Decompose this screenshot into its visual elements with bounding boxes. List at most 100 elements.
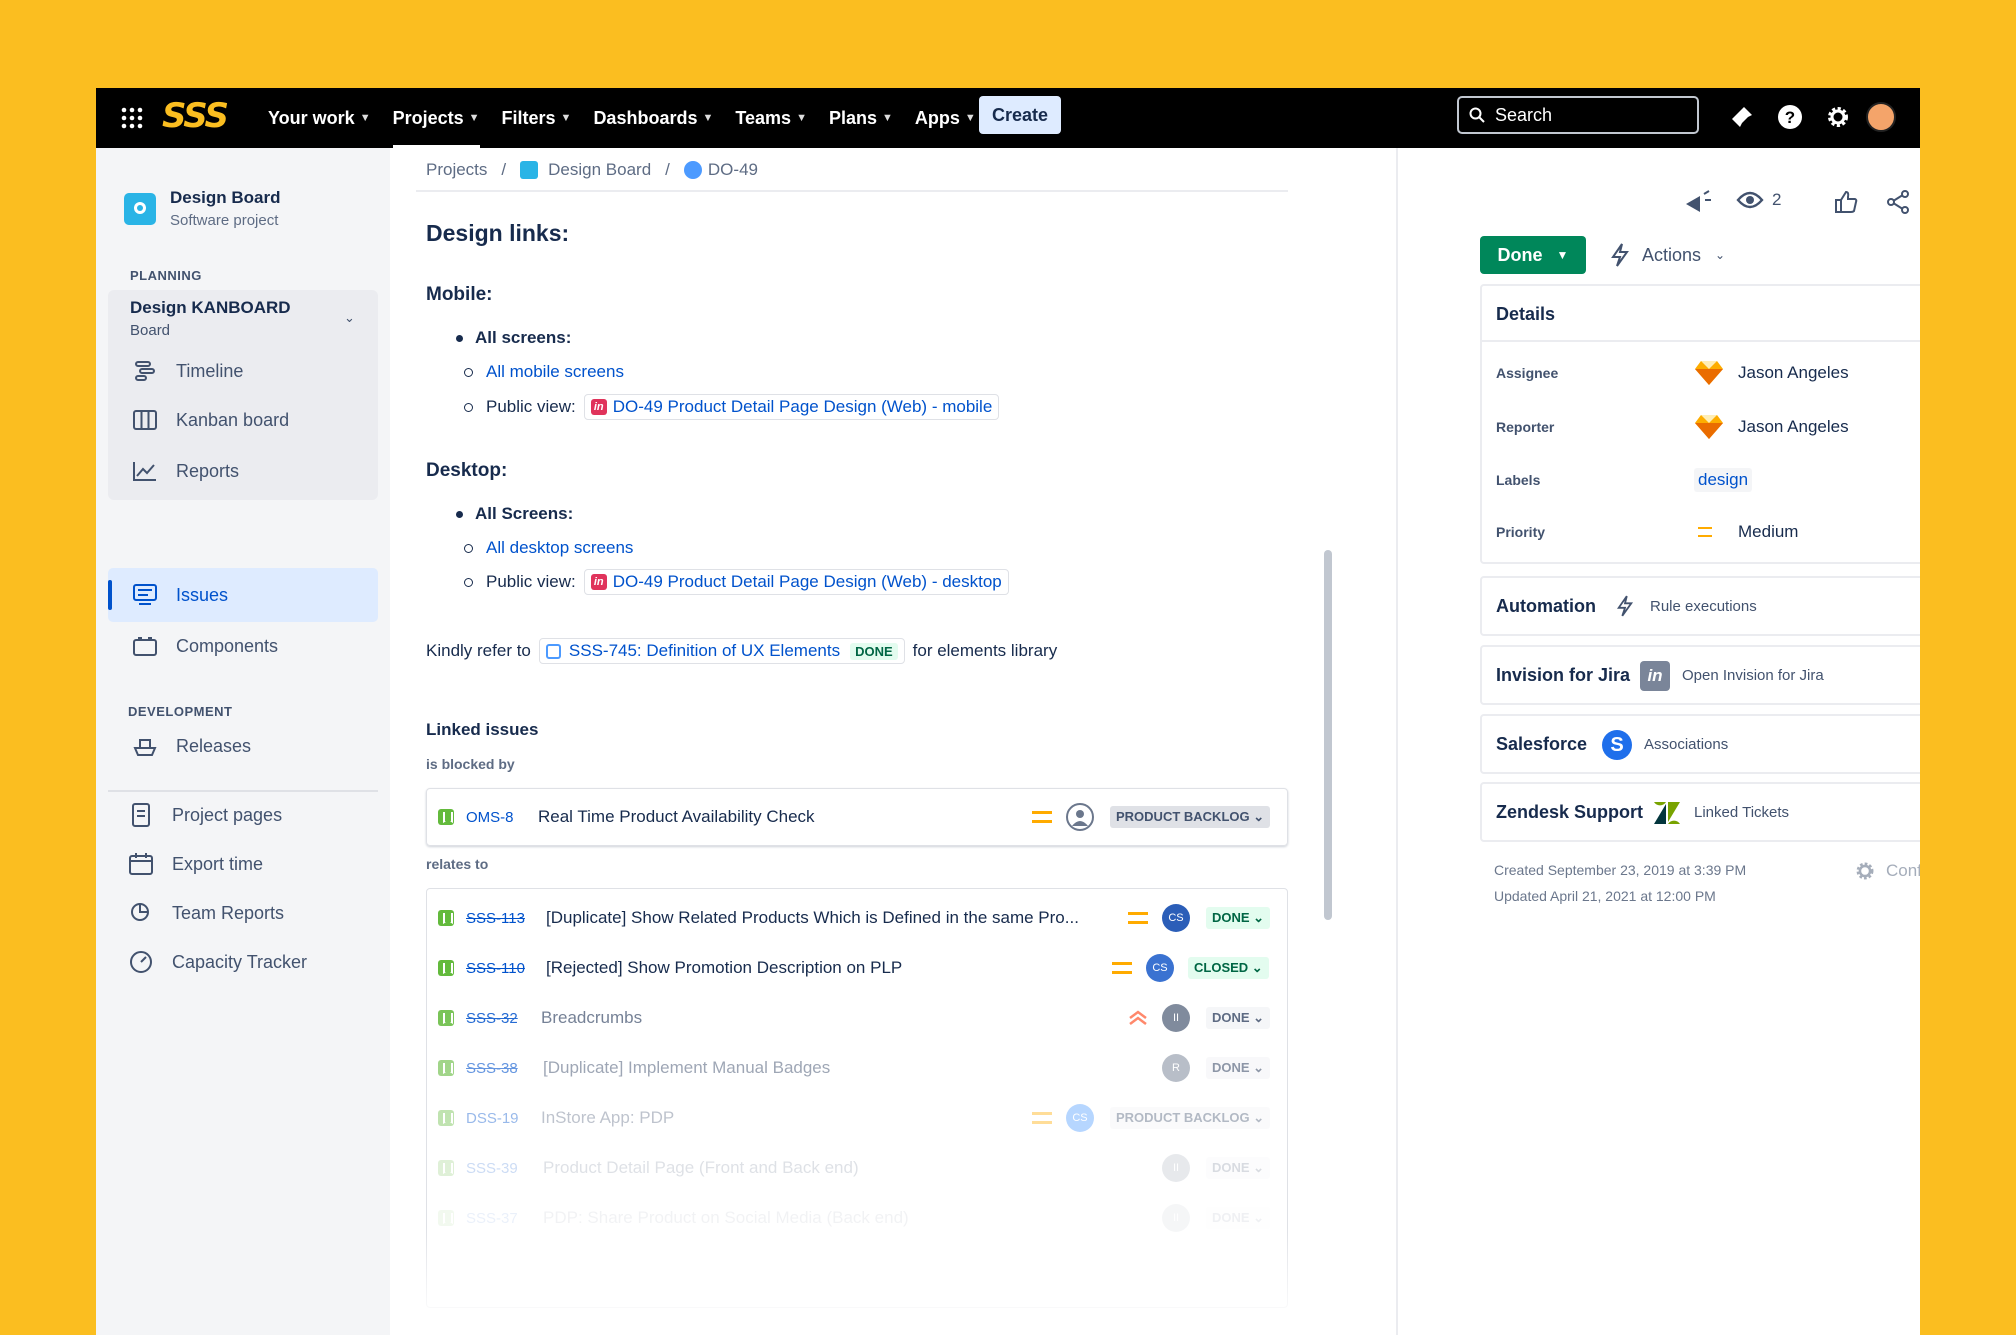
salesforce-panel[interactable]: Salesforce S Associations ⌄ — [1480, 714, 1920, 774]
status-dropdown[interactable]: DONE ⌄ — [1206, 1007, 1271, 1029]
breadcrumb: Projects / Design Board / DO-49 — [426, 160, 758, 180]
issue-key[interactable]: SSS-32 — [466, 1010, 518, 1027]
linked-issue-row[interactable]: SSS-110 [Rejected] Show Promotion Descri… — [426, 943, 1288, 993]
zendesk-icon — [1654, 802, 1680, 824]
components-icon — [132, 633, 158, 659]
gauge-icon — [128, 949, 154, 975]
lightning-icon — [1616, 595, 1634, 617]
share-icon[interactable] — [1886, 190, 1910, 214]
status-dropdown[interactable]: DONE ⌄ — [1206, 907, 1271, 929]
linked-issue-row[interactable]: SSS-39 Product Detail Page (Front and Ba… — [426, 1143, 1288, 1193]
board-type: Board — [130, 322, 171, 339]
issue-key[interactable]: OMS-8 — [466, 809, 514, 826]
linked-issue-row[interactable]: OMS-8 Real Time Product Availability Che… — [426, 792, 1288, 842]
desktop-heading: Desktop: — [426, 460, 508, 481]
all-desktop-screens-link[interactable]: All desktop screens — [486, 538, 633, 558]
reporter-label: Reporter — [1496, 419, 1555, 435]
breadcrumb-project[interactable]: Design Board — [520, 160, 651, 180]
nav-your-work[interactable]: Your work ▼ — [268, 88, 371, 148]
assignee-value[interactable]: Jason Angeles — [1694, 360, 1849, 386]
issue-key[interactable]: SSS-37 — [466, 1210, 518, 1227]
watchers-button[interactable]: 2 — [1736, 190, 1781, 210]
invision-mobile-link[interactable]: in DO-49 Product Detail Page Design (Web)… — [583, 394, 1000, 420]
sidebar-item-export-time[interactable]: Export time — [128, 851, 263, 877]
linked-issue-row[interactable]: SSS-38 [Duplicate] Implement Manual Badg… — [426, 1043, 1288, 1093]
invision-desktop-link[interactable]: in DO-49 Product Detail Page Design (Web)… — [583, 569, 1009, 595]
linked-issue-row[interactable]: SSS-32 Breadcrumbs II DONE ⌄ — [426, 993, 1288, 1043]
refer-suffix: for elements library — [912, 641, 1058, 660]
status-dropdown[interactable]: DONE ⌄ — [1206, 1207, 1271, 1229]
linked-issues-heading: Linked issues — [426, 720, 539, 739]
scrollbar[interactable] — [1324, 550, 1332, 920]
story-icon — [438, 1010, 454, 1026]
help-icon[interactable]: ? — [1776, 103, 1804, 131]
nav-teams[interactable]: Teams ▼ — [735, 88, 807, 148]
configure-button[interactable]: Configure — [1854, 860, 1920, 882]
label-tag[interactable]: design — [1694, 468, 1753, 492]
sidebar-item-releases[interactable]: Releases — [132, 733, 251, 759]
chevron-down-icon[interactable]: ⌄ — [344, 310, 355, 326]
priority-value[interactable]: Medium — [1694, 522, 1798, 542]
project-header[interactable]: Design Board Software project — [124, 188, 281, 229]
sidebar-item-components[interactable]: Components — [132, 633, 278, 659]
issue-summary: [Rejected] Show Promotion Description on… — [546, 958, 903, 977]
nav-plans[interactable]: Plans ▼ — [829, 88, 893, 148]
sidebar-item-project-pages[interactable]: Project pages — [128, 802, 282, 828]
sidebar-item-timeline[interactable]: Timeline — [132, 358, 243, 384]
sidebar-item-kanban-board[interactable]: Kanban board — [132, 407, 289, 433]
search-input[interactable]: Search — [1457, 96, 1699, 134]
automation-panel[interactable]: Automation Rule executions ⌄ — [1480, 576, 1920, 636]
linked-issue-row[interactable]: SSS-113 [Duplicate] Show Related Product… — [426, 893, 1288, 943]
linked-issue-row[interactable]: DSS-19 InStore App: PDP CS PRODUCT BACKL… — [426, 1093, 1288, 1143]
issue-key[interactable]: SSS-39 — [466, 1160, 518, 1177]
invision-panel[interactable]: Invision for Jira in Open Invision for J… — [1480, 645, 1920, 705]
status-dropdown[interactable]: DONE ⌄ — [1206, 1157, 1271, 1179]
sidebar-item-reports[interactable]: Reports — [132, 458, 239, 484]
issue-key[interactable]: SSS-38 — [466, 1060, 518, 1077]
salesforce-sub: Associations — [1644, 736, 1729, 753]
status-dropdown[interactable]: CLOSED ⌄ — [1188, 957, 1269, 979]
issue-key[interactable]: SSS-113 — [466, 910, 525, 927]
logo[interactable]: SSS — [162, 96, 229, 136]
board-selector[interactable]: Design KANBOARD Board — [130, 298, 291, 339]
sidebar-item-capacity-tracker[interactable]: Capacity Tracker — [128, 949, 307, 975]
nav-projects[interactable]: Projects ▼ — [392, 88, 480, 148]
create-button[interactable]: Create — [979, 96, 1061, 134]
zendesk-panel[interactable]: Zendesk Support Linked Tickets ⌄ — [1480, 782, 1920, 842]
breadcrumb-projects[interactable]: Projects — [426, 160, 487, 180]
labels-value[interactable]: design — [1694, 468, 1753, 492]
status-dropdown[interactable]: DONE ⌄ — [1206, 1057, 1271, 1079]
user-avatar[interactable] — [1866, 102, 1896, 132]
status-transition-button[interactable]: Done ▼ — [1480, 236, 1586, 274]
zendesk-title: Zendesk Support — [1496, 802, 1644, 822]
refer-line: Kindly refer to SSS-745: Definition of U… — [426, 638, 1057, 664]
nav-apps[interactable]: Apps ▼ — [915, 88, 976, 148]
nav-filters[interactable]: Filters ▼ — [502, 88, 572, 148]
sketch-avatar-icon — [1695, 415, 1723, 439]
desktop-all-screens-item: All desktop screens — [464, 538, 633, 558]
nav-dashboards[interactable]: Dashboards ▼ — [593, 88, 713, 148]
thumbs-up-icon[interactable] — [1834, 190, 1858, 214]
sss-745-link[interactable]: SSS-745: Definition of UX Elements DONE — [538, 638, 905, 664]
all-mobile-screens-link[interactable]: All mobile screens — [486, 362, 624, 382]
status-dropdown[interactable]: PRODUCT BACKLOG ⌄ — [1110, 1107, 1271, 1129]
notifications-icon[interactable] — [1728, 103, 1756, 131]
feedback-megaphone-icon[interactable] — [1684, 190, 1712, 214]
issue-key[interactable]: SSS-110 — [466, 960, 525, 977]
issue-key[interactable]: DSS-19 — [466, 1110, 519, 1127]
reporter-value[interactable]: Jason Angeles — [1694, 414, 1849, 440]
sidebar-item-team-reports[interactable]: Team Reports — [128, 900, 284, 926]
breadcrumb-issue[interactable]: DO-49 — [683, 160, 758, 180]
sidebar-item-issues[interactable]: Issues — [132, 582, 228, 608]
assignee-name: Jason Angeles — [1738, 363, 1849, 382]
story-icon — [438, 960, 454, 976]
status-dropdown[interactable]: PRODUCT BACKLOG ⌄ — [1110, 806, 1271, 828]
status-badge: DONE — [850, 642, 898, 660]
planning-heading: PLANNING — [130, 268, 202, 283]
timeline-icon — [132, 358, 158, 384]
actions-button[interactable]: Actions ⌄ — [1610, 236, 1725, 274]
priority-row: Priority Medium — [1496, 522, 1920, 542]
settings-gear-icon[interactable] — [1824, 103, 1852, 131]
lightning-icon — [1611, 243, 1629, 267]
app-switcher-icon[interactable] — [120, 106, 144, 130]
